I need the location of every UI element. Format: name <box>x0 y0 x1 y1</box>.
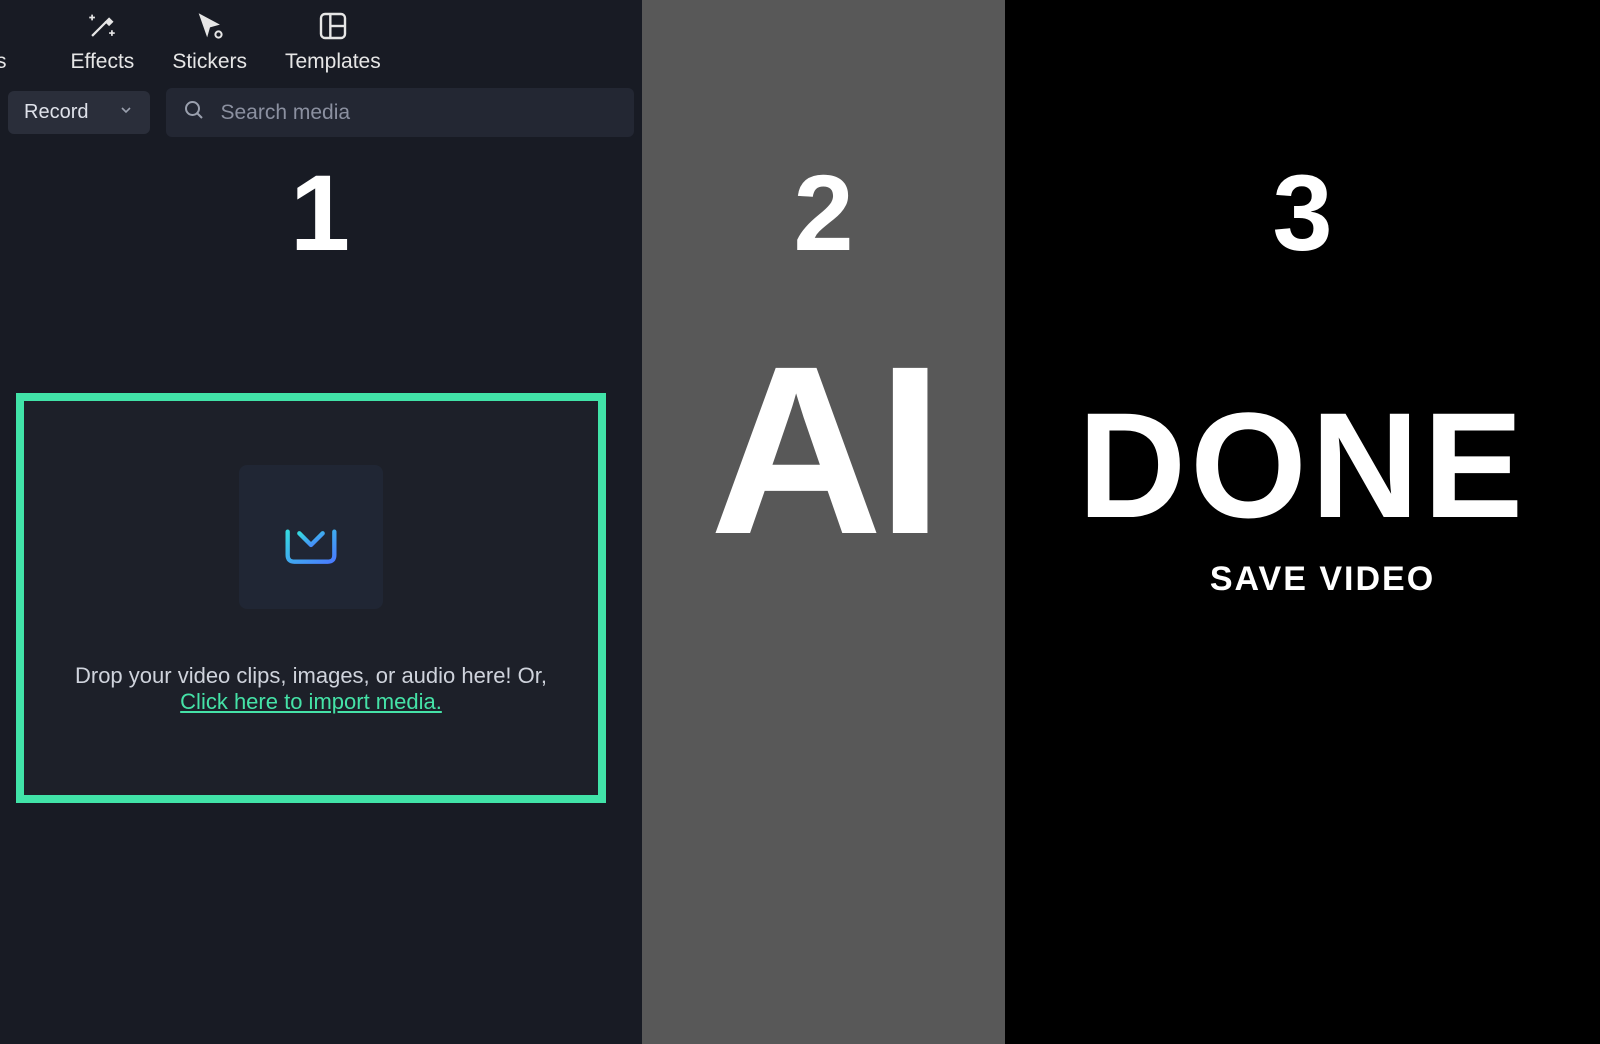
record-label: Record <box>24 101 88 124</box>
panel-step-1: s Effects Stickers <box>0 0 642 1044</box>
layout-grid-icon <box>315 8 351 44</box>
panel-step-3: 3 DONE SAVE VIDEO <box>1005 0 1600 1044</box>
search-icon <box>182 98 206 127</box>
step-number-1: 1 <box>0 150 642 275</box>
panel-3-headline: DONE <box>1005 390 1600 540</box>
record-dropdown[interactable]: Record <box>8 91 150 134</box>
panel-3-subhead: SAVE VIDEO <box>1005 560 1600 599</box>
editor-toolbar: s Effects Stickers <box>0 0 642 88</box>
panel-step-2: 2 AI <box>642 0 1005 1044</box>
dropzone-text: Drop your video clips, images, or audio … <box>75 663 547 689</box>
tab-label: Stickers <box>172 50 247 74</box>
tab-effects[interactable]: Effects <box>71 8 135 74</box>
cursor-sparkle-icon <box>192 8 228 44</box>
panel-2-headline: AI <box>642 330 1005 570</box>
search-input[interactable] <box>220 101 618 125</box>
download-icon <box>271 495 351 580</box>
chevron-down-icon <box>118 101 134 124</box>
tab-label: Effects <box>71 50 135 74</box>
import-media-link[interactable]: Click here to import media. <box>180 689 442 715</box>
step-number-2: 2 <box>642 150 1005 275</box>
tab-stickers[interactable]: Stickers <box>172 8 247 74</box>
tab-templates[interactable]: Templates <box>285 8 381 74</box>
editor-subbar: Record <box>0 88 642 137</box>
media-dropzone[interactable]: Drop your video clips, images, or audio … <box>16 393 606 803</box>
tab-label: Templates <box>285 50 381 74</box>
step-number-3: 3 <box>1005 150 1600 275</box>
import-media-button[interactable] <box>239 465 383 609</box>
wand-sparkles-icon <box>84 8 120 44</box>
search-field[interactable] <box>166 88 634 137</box>
toolbar-clipped-label: s <box>0 50 7 74</box>
